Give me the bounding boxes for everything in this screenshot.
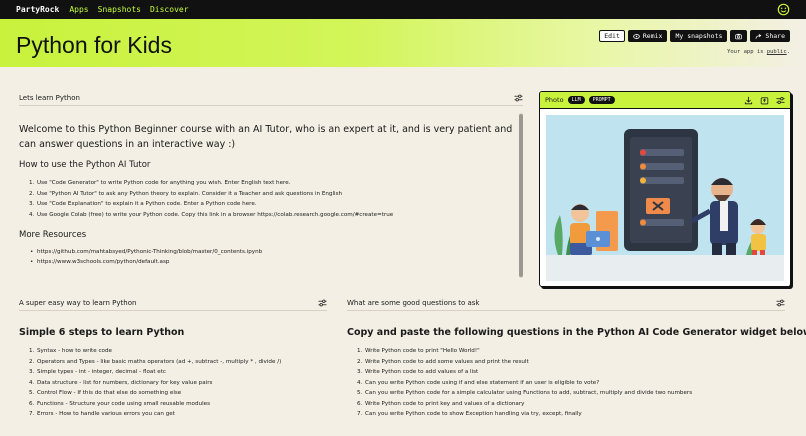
easy-steps: 1. Syntax - how to write code 2. Operators… xyxy=(19,346,327,420)
howto-steps: 1. Use "Code Generator" to write Python c… xyxy=(19,178,514,220)
nav-link-snapshots[interactable]: Snapshots xyxy=(98,5,141,14)
list-item: 1. Syntax - how to write code xyxy=(29,348,112,354)
list-item: 6. Write Python code to print key and val… xyxy=(357,400,525,407)
my-snapshots-label: My snapshots xyxy=(675,32,723,40)
howto-heading: How to use the Python AI Tutor xyxy=(19,160,151,170)
llm-tag: LLM xyxy=(567,96,585,104)
list-item: 6. Functions - Structure your code using … xyxy=(29,400,210,407)
scrollbar-thumb[interactable] xyxy=(519,114,523,277)
share-button[interactable]: Share xyxy=(750,30,790,42)
questions-list: 1. Write Python code to print "Hello Worl… xyxy=(347,346,787,420)
visibility-note: Your app is public. xyxy=(727,49,790,55)
photo-widget: Photo LLM PROMPT xyxy=(539,91,791,287)
remix-button[interactable]: Remix xyxy=(627,30,668,42)
photo-widget-actions xyxy=(744,96,785,105)
resource-link[interactable]: https://github.com/mahtabsyed/Pythonic-T… xyxy=(19,247,514,257)
list-item: 3. Use "Code Explanation" to explain it a… xyxy=(29,201,257,207)
camera-button[interactable] xyxy=(730,30,748,42)
visibility-prefix: Your app is xyxy=(727,49,767,55)
easy-panel-title: A super easy way to learn Python xyxy=(19,299,137,307)
upload-image-icon[interactable] xyxy=(760,96,769,105)
share-arrow-icon xyxy=(755,33,762,39)
header-actions: Edit Remix My snapshots Share xyxy=(599,30,790,42)
easy-heading: Simple 6 steps to learn Python xyxy=(19,327,185,338)
list-item: 5. Control Flow - If this do that else do… xyxy=(29,390,182,396)
settings-sliders-icon[interactable] xyxy=(514,94,523,102)
easy-panel-body: Simple 6 steps to learn Python 1. Syntax … xyxy=(19,327,327,420)
generated-illustration xyxy=(546,115,784,281)
edit-button[interactable]: Edit xyxy=(599,30,625,42)
learn-panel-body: Welcome to this Python Beginner course w… xyxy=(19,122,514,267)
list-item: 7. Errors - How to handle various errors … xyxy=(29,411,175,417)
download-icon[interactable] xyxy=(744,96,753,105)
settings-sliders-icon[interactable] xyxy=(776,96,785,105)
settings-sliders-icon[interactable] xyxy=(776,299,785,307)
settings-sliders-icon[interactable] xyxy=(318,299,327,307)
list-item: 5. Can you write Python code for a simple… xyxy=(357,390,693,396)
list-item: 2. Operators and Types - like basic maths… xyxy=(29,358,282,365)
list-item: 4. Use Google Colab (free) to write your … xyxy=(29,211,394,218)
list-item: 1. Use "Code Generator" to write Python c… xyxy=(29,180,291,186)
list-item: 3. Simple types - int - integer, decimal … xyxy=(29,369,166,375)
my-snapshots-button[interactable]: My snapshots xyxy=(670,30,728,42)
resource-link[interactable]: https://www.w3schools.com/python/default… xyxy=(19,257,514,267)
list-item: 2. Use "Python AI Tutor" to ask any Pytho… xyxy=(29,190,343,197)
intro-text: Welcome to this Python Beginner course w… xyxy=(19,124,513,150)
learn-panel-title: Lets learn Python xyxy=(19,94,80,102)
list-item: 3. Write Python code to add values of a l… xyxy=(357,369,479,375)
resources-list: https://github.com/mahtabsyed/Pythonic-T… xyxy=(19,247,514,267)
edit-label: Edit xyxy=(604,32,620,40)
list-item: 1. Write Python code to print "Hello Worl… xyxy=(357,348,480,354)
easy-panel-header: A super easy way to learn Python xyxy=(19,299,327,311)
share-label: Share xyxy=(765,32,785,40)
learn-panel-header: Lets learn Python xyxy=(19,94,523,106)
camera-icon xyxy=(735,33,743,39)
resources-heading: More Resources xyxy=(19,230,87,240)
nav-link-discover[interactable]: Discover xyxy=(150,5,189,14)
nav-link-apps[interactable]: Apps xyxy=(69,5,88,14)
questions-heading: Copy and paste the following questions i… xyxy=(347,327,806,338)
app-header: Python for Kids Edit Remix My snapshots … xyxy=(0,19,806,67)
top-nav: PartyRock Apps Snapshots Discover xyxy=(0,0,806,19)
questions-panel-title: What are some good questions to ask xyxy=(347,299,480,307)
list-item: 7. Can you write Python code to show Exce… xyxy=(357,411,582,417)
public-link[interactable]: public xyxy=(767,49,787,55)
list-item: 4. Data structure - list for numbers, dic… xyxy=(29,379,213,386)
list-item: 4. Can you write Python code using if and… xyxy=(357,379,600,386)
photo-widget-header: Photo LLM PROMPT xyxy=(540,92,790,109)
remix-icon xyxy=(633,33,640,39)
questions-panel-body: Copy and paste the following questions i… xyxy=(347,327,806,420)
photo-widget-title: Photo xyxy=(545,96,564,104)
list-item: 2. Write Python code to add some values a… xyxy=(357,358,529,365)
remix-label: Remix xyxy=(642,32,663,40)
prompt-tag: PROMPT xyxy=(588,96,615,104)
visibility-suffix: . xyxy=(786,49,790,55)
page-title: Python for Kids xyxy=(16,32,172,58)
questions-panel-header: What are some good questions to ask xyxy=(347,299,785,311)
brand-logo[interactable]: PartyRock xyxy=(16,5,59,14)
smiley-icon[interactable] xyxy=(777,3,790,16)
